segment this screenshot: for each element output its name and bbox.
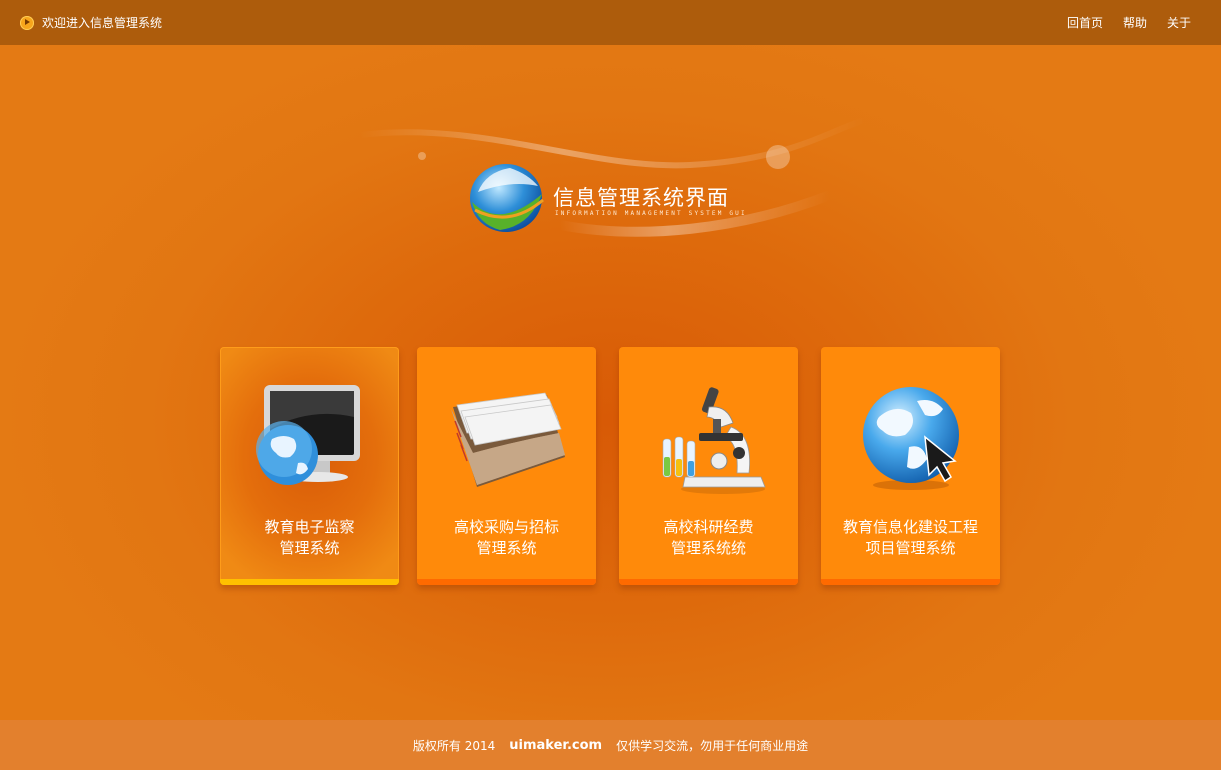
microscope-icon — [662, 387, 766, 494]
nav-home-link[interactable]: 回首页 — [1067, 14, 1103, 31]
logo-title: 信息管理系统界面 — [553, 186, 729, 210]
footer-notice: 仅供学习交流，勿用于任何商业用途 — [616, 738, 809, 753]
logo-area: 信息管理系统界面 INFORMATION MANAGEMENT SYSTEM G… — [360, 110, 880, 260]
top-bar: 欢迎进入信息管理系统 回首页 帮助 关于 — [0, 0, 1221, 45]
card-base — [821, 579, 1000, 585]
nav-about-link[interactable]: 关于 — [1167, 14, 1191, 31]
card-title: 高校科研经费 管理系统统 — [663, 518, 754, 557]
play-icon — [20, 15, 34, 30]
card-research-funding[interactable]: 高校科研经费 管理系统统 — [619, 347, 798, 585]
card-title: 教育信息化建设工程 项目管理系统 — [842, 518, 978, 557]
card-base — [220, 579, 399, 585]
card-education-supervision[interactable]: 教育电子监察 管理系统 — [220, 347, 399, 585]
card-base — [619, 579, 798, 585]
footer-site-link[interactable]: uimaker.com — [509, 738, 602, 753]
nav-help-link[interactable]: 帮助 — [1123, 14, 1147, 31]
logo-subtitle: INFORMATION MANAGEMENT SYSTEM GUI — [555, 210, 747, 217]
footer-copyright: 版权所有 2014 — [412, 738, 496, 753]
file-folder-icon — [451, 392, 565, 487]
footer: 版权所有 2014 uimaker.com 仅供学习交流，勿用于任何商业用途 — [0, 720, 1221, 770]
card-title: 教育电子监察 管理系统 — [264, 518, 355, 557]
welcome-area: 欢迎进入信息管理系统 — [20, 0, 162, 45]
globe-cursor-icon — [863, 387, 959, 490]
card-title: 高校采购与招标 管理系统 — [453, 518, 559, 557]
top-nav: 回首页 帮助 关于 — [1067, 0, 1191, 45]
welcome-text: 欢迎进入信息管理系统 — [42, 16, 163, 30]
card-procurement-bidding[interactable]: 高校采购与招标 管理系统 — [417, 347, 596, 585]
card-base — [417, 579, 596, 585]
card-it-construction[interactable]: 教育信息化建设工程 项目管理系统 — [821, 347, 1000, 585]
monitor-globe-icon — [256, 385, 360, 485]
